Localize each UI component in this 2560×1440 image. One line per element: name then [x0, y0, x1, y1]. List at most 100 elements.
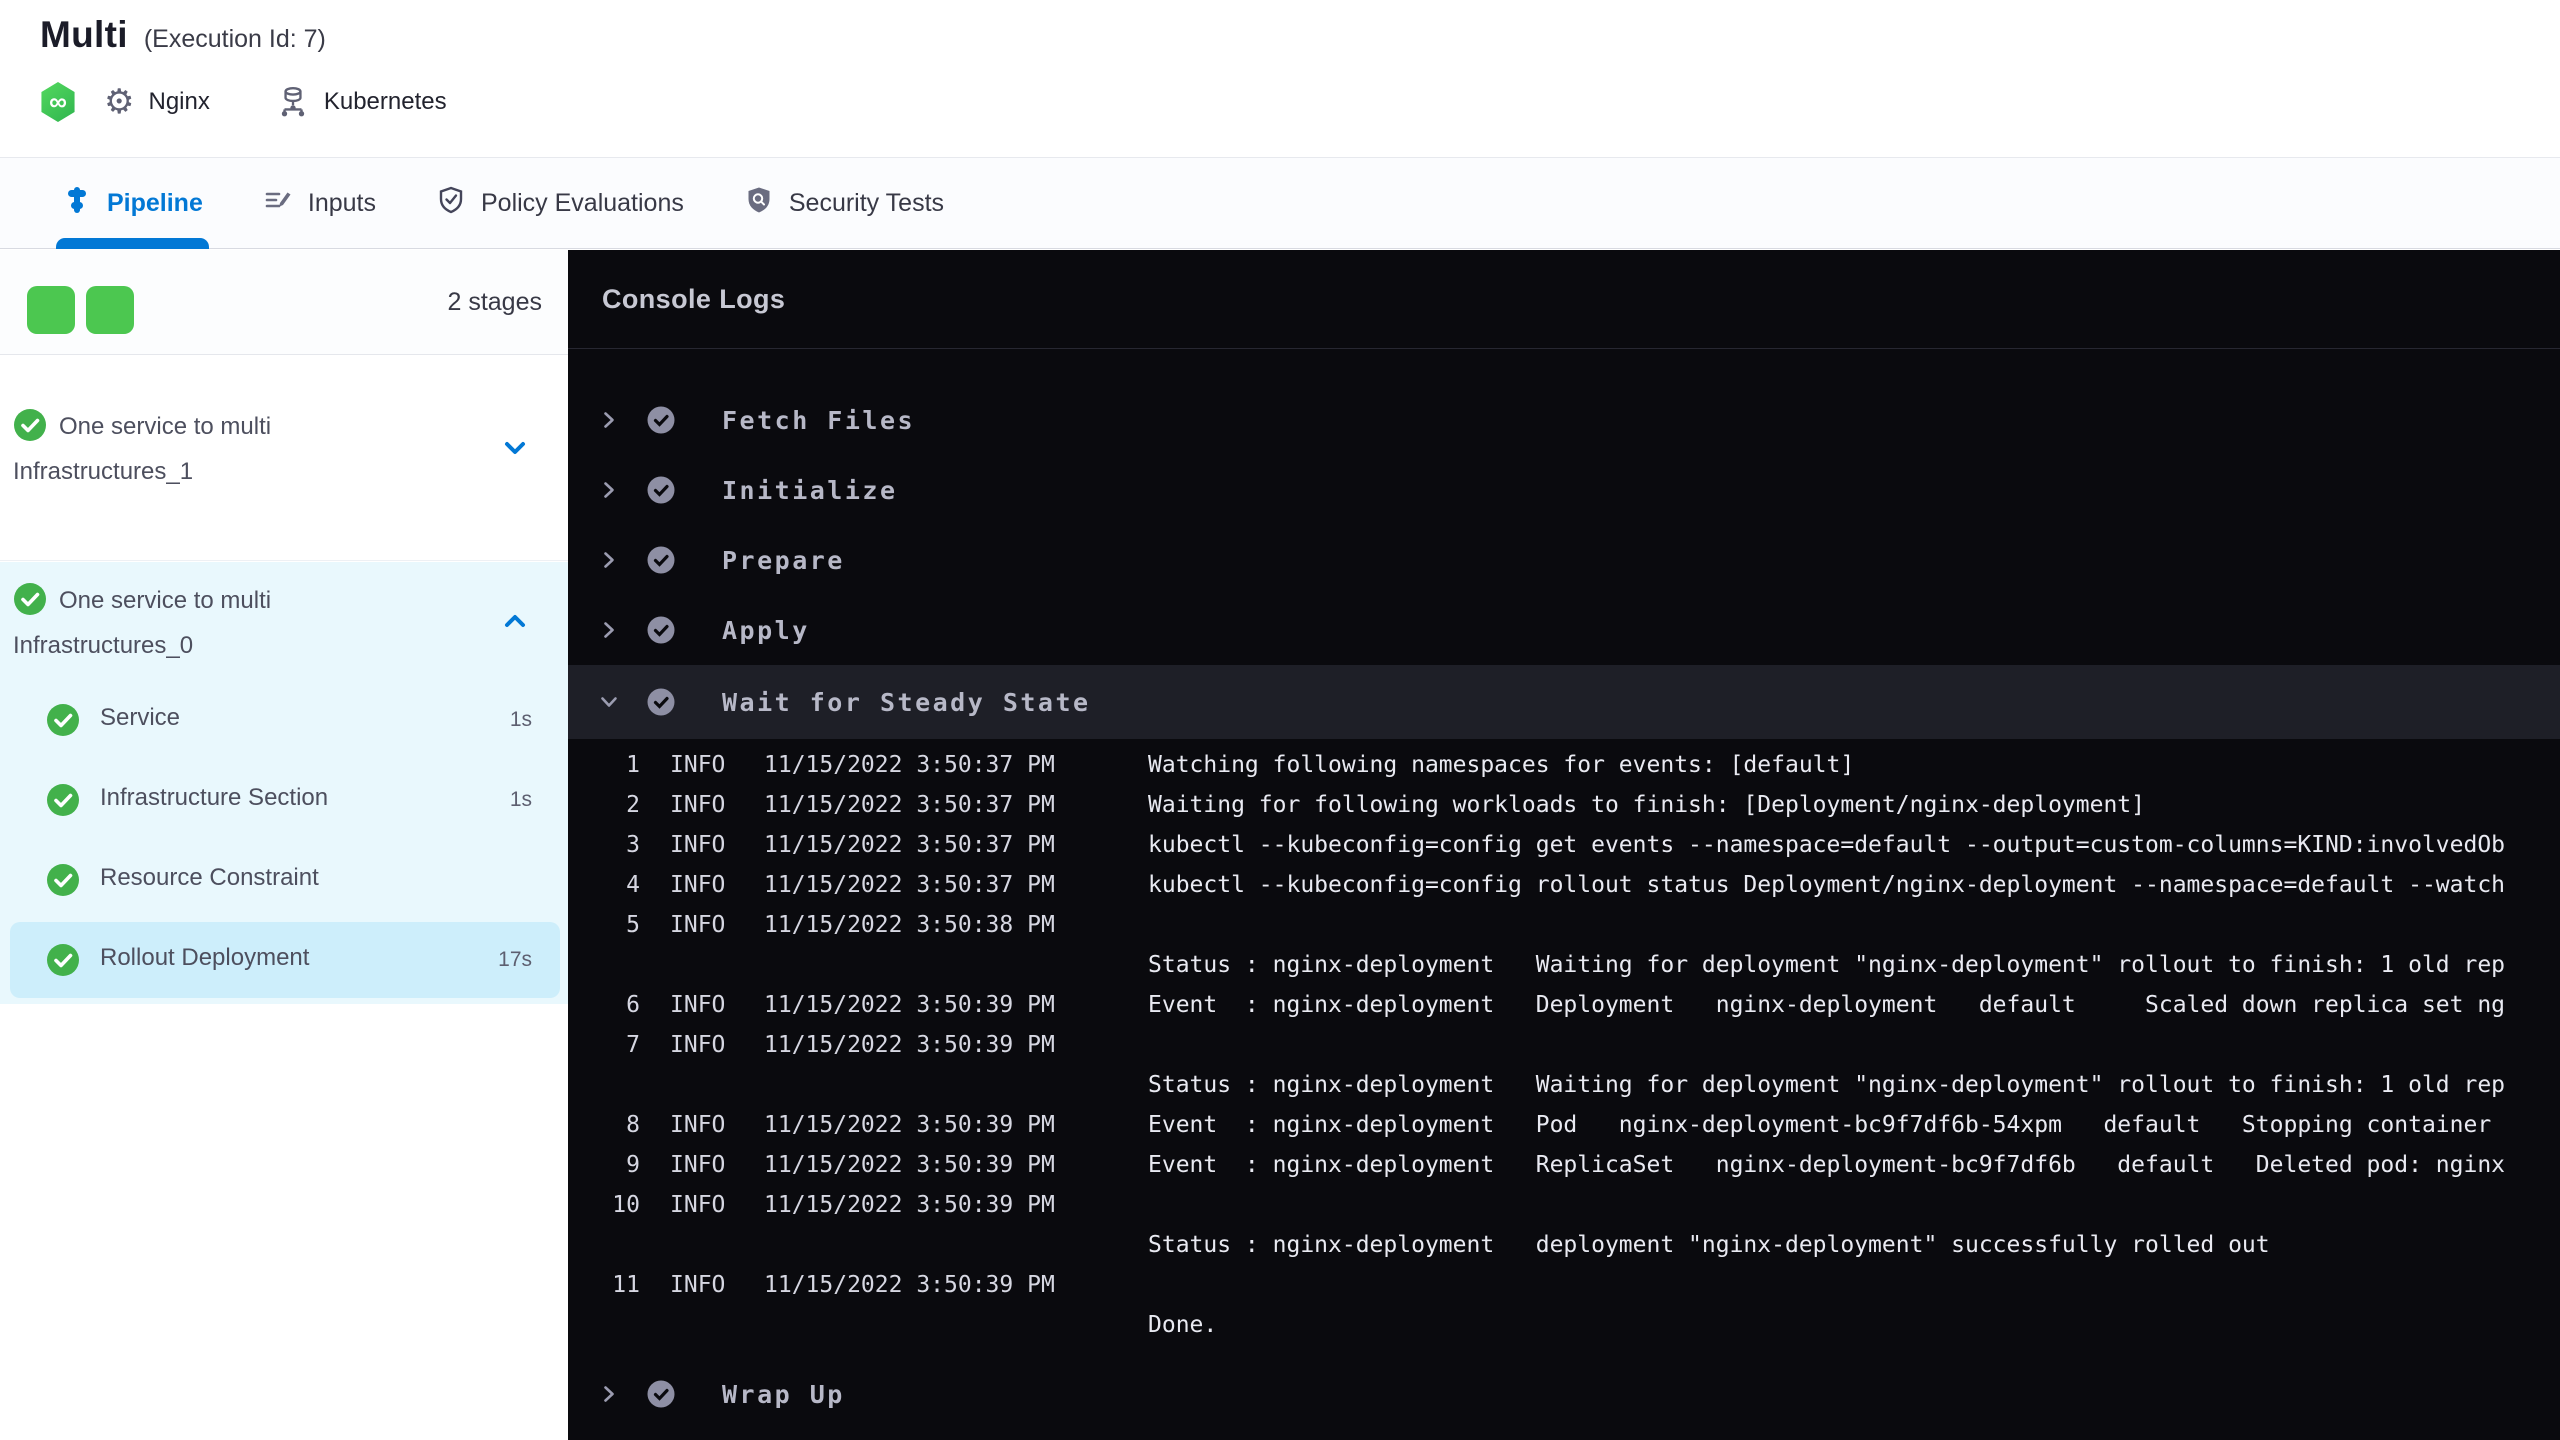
- log-line-number: 1: [626, 752, 640, 778]
- console-section-fetch-files[interactable]: Fetch Files: [568, 385, 2560, 455]
- log-line: 7 INFO 11/15/2022 3:50:39 PM: [600, 1025, 2560, 1065]
- shield-search-icon: [744, 185, 774, 222]
- stage-card-infrastructures-1: One service to multi Infrastructures_1: [0, 355, 568, 561]
- log-message: Status : nginx-deployment Waiting for de…: [1148, 952, 2506, 978]
- success-check-icon: [646, 405, 676, 435]
- log-level: INFO: [670, 1112, 726, 1138]
- stage-name: One service to multi Infrastructures_1: [13, 413, 272, 485]
- step-resource-constraint[interactable]: Resource Constraint: [0, 840, 568, 920]
- success-check-icon: [13, 582, 47, 627]
- log-line: Status : nginx-deployment Waiting for de…: [600, 1065, 2560, 1105]
- log-line: Done.: [600, 1305, 2560, 1345]
- console-section-initialize[interactable]: Initialize: [568, 455, 2560, 525]
- log-line-number: 9: [626, 1152, 640, 1178]
- step-name: Infrastructure Section: [100, 784, 329, 811]
- log-lines: 1 INFO 11/15/2022 3:50:37 PM Watching follo…: [568, 739, 2560, 1345]
- log-timestamp: 11/15/2022 3:50:37 PM: [764, 832, 1055, 858]
- tab-label: Pipeline: [107, 188, 203, 217]
- log-line-number: 10: [612, 1192, 640, 1218]
- log-timestamp: 11/15/2022 3:50:37 PM: [764, 792, 1055, 818]
- stages-count-label: 2 stages: [447, 288, 542, 316]
- log-level: INFO: [670, 832, 726, 858]
- log-line: 3 INFO 11/15/2022 3:50:37 PM kubectl --kube…: [600, 825, 2560, 865]
- log-level: INFO: [670, 912, 726, 938]
- log-message: kubectl --kubeconfig=config rollout stat…: [1148, 872, 2506, 898]
- success-check-icon: [646, 687, 676, 717]
- log-line: 10 INFO 11/15/2022 3:50:39 PM: [600, 1185, 2560, 1225]
- log-level: INFO: [670, 1192, 726, 1218]
- console-section-wait-for-steady-state[interactable]: Wait for Steady State: [568, 665, 2560, 739]
- stage-status-square: [86, 286, 134, 334]
- section-label: Wrap Up: [722, 1379, 845, 1409]
- infinity-glyph: ∞: [49, 87, 67, 116]
- console-section-wrap-up[interactable]: Wrap Up: [568, 1359, 2560, 1429]
- execution-id-label: (Execution Id: 7): [143, 25, 326, 53]
- tab-pipeline[interactable]: Pipeline: [56, 158, 209, 249]
- infrastructure-name-label[interactable]: Kubernetes: [324, 88, 447, 116]
- success-check-icon: [46, 703, 80, 742]
- chevron-right-icon: [596, 619, 622, 641]
- step-service[interactable]: Service 1s: [0, 680, 568, 760]
- step-duration: 17s: [498, 948, 532, 971]
- success-check-icon: [646, 475, 676, 505]
- log-timestamp: 11/15/2022 3:50:39 PM: [764, 1152, 1055, 1178]
- pipeline-icon: [62, 185, 92, 222]
- tab-policy-evaluations[interactable]: Policy Evaluations: [436, 158, 684, 248]
- log-line: 6 INFO 11/15/2022 3:50:39 PM Event : nginx-…: [600, 985, 2560, 1025]
- log-line-number: 8: [626, 1112, 640, 1138]
- stage-header[interactable]: One service to multi Infrastructures_0: [13, 582, 453, 664]
- tab-label: Inputs: [307, 188, 376, 217]
- section-label: Initialize: [722, 475, 898, 505]
- stage-card-infrastructures-0: One service to multi Infrastructures_0 S…: [0, 562, 568, 1004]
- log-timestamp: 11/15/2022 3:50:39 PM: [764, 1272, 1055, 1298]
- log-line: 5 INFO 11/15/2022 3:50:38 PM: [600, 905, 2560, 945]
- harness-cd-icon: ∞: [41, 82, 75, 122]
- console-section-apply[interactable]: Apply: [568, 595, 2560, 665]
- step-name: Rollout Deployment: [100, 944, 310, 971]
- log-line: 1 INFO 11/15/2022 3:50:37 PM Watching follo…: [600, 745, 2560, 785]
- log-level: INFO: [670, 792, 726, 818]
- gear-icon: ⚙: [104, 82, 135, 122]
- log-message: Event : nginx-deployment Deployment ngin…: [1148, 992, 2506, 1018]
- chevron-down-icon[interactable]: [500, 433, 530, 468]
- console-logs-panel: Console Logs Fetch Files Initialize Prep…: [568, 250, 2560, 1440]
- log-message: Waiting for following workloads to finis…: [1148, 792, 2145, 818]
- log-line: 2 INFO 11/15/2022 3:50:37 PM Waiting for fo…: [600, 785, 2560, 825]
- log-line-number: 5: [626, 912, 640, 938]
- log-line-number: 4: [626, 872, 640, 898]
- log-message: Event : nginx-deployment Pod nginx-deplo…: [1148, 1112, 2506, 1138]
- log-timestamp: 11/15/2022 3:50:37 PM: [764, 752, 1055, 778]
- stages-summary: 2 stages: [0, 250, 568, 355]
- log-message: Watching following namespaces for events…: [1148, 752, 1855, 778]
- log-level: INFO: [670, 752, 726, 778]
- chevron-right-icon: [596, 479, 622, 501]
- stage-header[interactable]: One service to multi Infrastructures_1: [13, 408, 453, 490]
- success-check-icon: [46, 943, 80, 982]
- tab-inputs[interactable]: Inputs: [263, 158, 376, 248]
- console-header: Console Logs: [568, 250, 2560, 349]
- log-message: kubectl --kubeconfig=config get events -…: [1148, 832, 2506, 858]
- console-title: Console Logs: [602, 283, 786, 314]
- step-duration: 1s: [509, 788, 532, 811]
- tab-security-tests[interactable]: Security Tests: [744, 158, 944, 248]
- section-label: Wait for Steady State: [722, 687, 1091, 717]
- step-duration: 1s: [509, 708, 532, 731]
- log-level: INFO: [670, 992, 726, 1018]
- stage-status-square: [27, 286, 75, 334]
- log-message: Status : nginx-deployment deployment "ng…: [1148, 1232, 2270, 1258]
- step-rollout-deployment[interactable]: Rollout Deployment 17s: [0, 920, 568, 1000]
- success-check-icon: [646, 615, 676, 645]
- console-section-prepare[interactable]: Prepare: [568, 525, 2560, 595]
- success-check-icon: [13, 408, 47, 453]
- step-infrastructure-section[interactable]: Infrastructure Section 1s: [0, 760, 568, 840]
- chevron-right-icon: [596, 549, 622, 571]
- shield-check-icon: [436, 185, 466, 222]
- tab-label: Security Tests: [788, 188, 945, 217]
- log-line: Status : nginx-deployment deployment "ng…: [600, 1225, 2560, 1265]
- chevron-up-icon[interactable]: [500, 606, 530, 641]
- chevron-right-icon: [596, 1383, 622, 1405]
- log-message: Event : nginx-deployment ReplicaSet ngin…: [1148, 1152, 2506, 1178]
- step-name: Service: [100, 704, 181, 731]
- chevron-right-icon: [596, 409, 622, 431]
- service-name-label[interactable]: Nginx: [148, 88, 209, 116]
